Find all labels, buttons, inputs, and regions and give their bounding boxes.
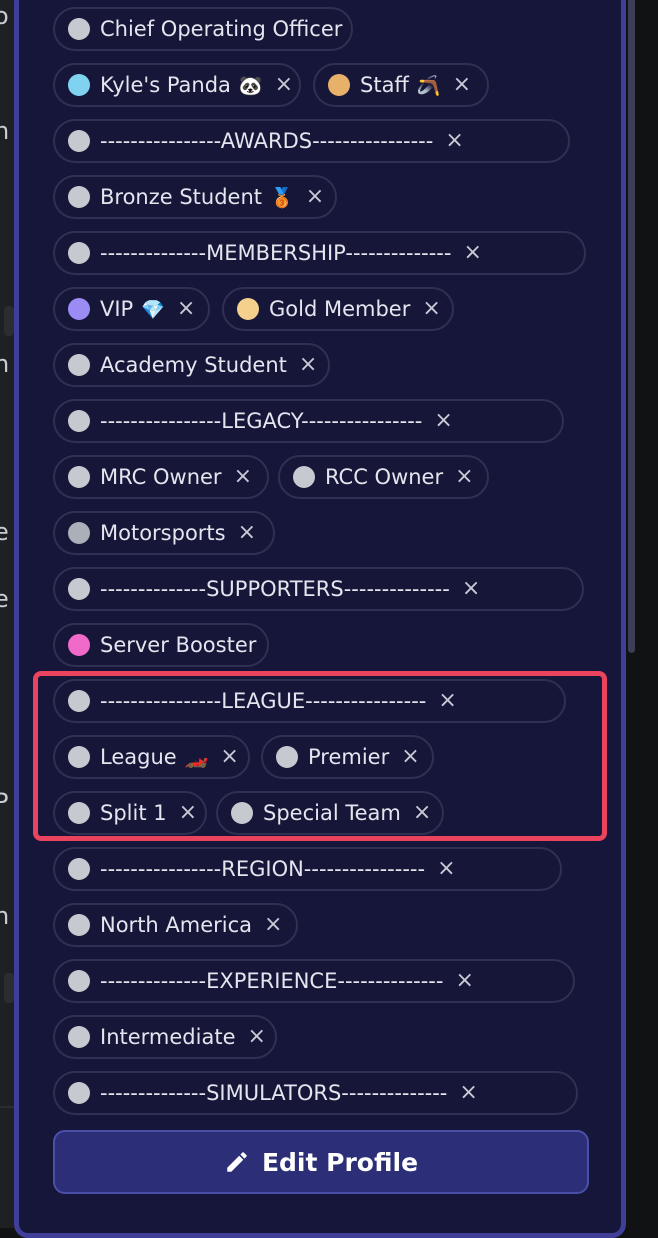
role-pill[interactable]: Bronze Student 🥉 ×	[53, 175, 337, 219]
remove-role-icon[interactable]: ×	[445, 130, 463, 152]
role-label: Kyle's Panda	[100, 73, 231, 97]
role-pill[interactable]: Motorsports ×	[53, 511, 275, 555]
league-roles-highlight	[33, 671, 607, 841]
remove-role-icon[interactable]: ×	[422, 298, 440, 320]
remove-role-icon[interactable]: ×	[238, 522, 256, 544]
role-color-dot	[68, 18, 90, 40]
role-color-dot	[68, 522, 90, 544]
role-color-dot	[68, 298, 90, 320]
role-label: --------------SIMULATORS--------------	[100, 1081, 448, 1105]
role-pill[interactable]: Intermediate ×	[53, 1015, 277, 1059]
role-label: --------------SUPPORTERS--------------	[100, 577, 450, 601]
role-label: Bronze Student	[100, 185, 263, 209]
pencil-icon	[227, 1152, 247, 1172]
remove-role-icon[interactable]: ×	[234, 466, 252, 488]
role-label: Motorsports	[100, 521, 226, 545]
remove-role-icon[interactable]: ×	[453, 74, 471, 96]
role-pill[interactable]: --------------EXPERIENCE-------------- ×	[53, 959, 575, 1003]
role-pill[interactable]: --------------MEMBERSHIP-------------- ×	[53, 231, 586, 275]
role-emoji-icon: 💎	[141, 298, 165, 321]
role-color-dot	[68, 578, 90, 600]
role-label: Staff	[360, 73, 409, 97]
remove-role-icon[interactable]: ×	[455, 466, 473, 488]
role-color-dot	[68, 1082, 90, 1104]
role-pill[interactable]: Academy Student ×	[53, 343, 330, 387]
remove-role-icon[interactable]: ×	[459, 1082, 477, 1104]
role-label: North America	[100, 913, 253, 937]
role-label: ----------------LEGACY----------------	[100, 409, 423, 433]
role-pill[interactable]: ----------------AWARDS---------------- ×	[53, 119, 570, 163]
role-color-dot	[68, 858, 90, 880]
role-color-dot	[68, 466, 90, 488]
role-pill[interactable]: Server Booster	[53, 623, 269, 667]
remove-role-icon[interactable]: ×	[455, 970, 473, 992]
role-color-dot	[293, 466, 315, 488]
background-channel-strip: o n n e e P h	[0, 0, 14, 1228]
edit-profile-label: Edit Profile	[261, 1147, 419, 1177]
role-color-dot	[237, 298, 259, 320]
remove-role-icon[interactable]: ×	[299, 354, 317, 376]
role-color-dot	[68, 130, 90, 152]
role-label: Academy Student	[100, 353, 287, 377]
role-color-dot	[328, 74, 350, 96]
role-pill[interactable]: --------------SUPPORTERS-------------- ×	[53, 567, 584, 611]
role-pill[interactable]: MRC Owner ×	[53, 455, 269, 499]
remove-role-icon[interactable]: ×	[463, 242, 481, 264]
role-pill[interactable]: Gold Member ×	[222, 287, 454, 331]
role-color-dot	[68, 1026, 90, 1048]
role-label: ----------------REGION----------------	[100, 857, 426, 881]
role-emoji-icon: 🥉	[270, 186, 294, 209]
remove-role-icon[interactable]: ×	[306, 186, 324, 208]
edit-profile-button[interactable]: Edit Profile	[53, 1130, 589, 1194]
remove-role-icon[interactable]: ×	[264, 914, 282, 936]
role-emoji-icon: 🪃	[416, 74, 441, 97]
role-pill[interactable]: Kyle's Panda 🐼 ×	[53, 63, 301, 107]
role-color-dot	[68, 242, 90, 264]
role-label: MRC Owner	[100, 465, 222, 489]
role-label: ----------------AWARDS----------------	[100, 129, 434, 153]
remove-role-icon[interactable]: ×	[177, 298, 195, 320]
role-pill[interactable]: ----------------REGION---------------- ×	[53, 847, 562, 891]
role-pill[interactable]: ----------------LEGACY---------------- ×	[53, 399, 564, 443]
role-label: --------------MEMBERSHIP--------------	[100, 241, 452, 265]
remove-role-icon[interactable]: ×	[462, 578, 480, 600]
divider	[0, 1106, 14, 1108]
role-label: RCC Owner	[325, 465, 444, 489]
remove-role-icon[interactable]: ×	[434, 410, 452, 432]
role-pill[interactable]: --------------SIMULATORS-------------- ×	[53, 1071, 578, 1115]
remove-role-icon[interactable]: ×	[275, 74, 293, 96]
scrollbar-thumb[interactable]	[628, 0, 635, 653]
role-color-dot	[68, 410, 90, 432]
role-pill[interactable]: Staff 🪃 ×	[313, 63, 489, 107]
role-label: Gold Member	[269, 297, 411, 321]
role-color-dot	[68, 74, 90, 96]
remove-role-icon[interactable]: ×	[437, 858, 455, 880]
role-label: Server Booster	[100, 633, 257, 657]
role-label: VIP	[100, 297, 134, 321]
role-label: --------------EXPERIENCE--------------	[100, 969, 444, 993]
role-label: Chief Operating Officer	[100, 17, 343, 41]
role-color-dot	[68, 914, 90, 936]
role-label: Intermediate	[100, 1025, 236, 1049]
role-pill[interactable]: RCC Owner ×	[278, 455, 489, 499]
role-pill[interactable]: VIP 💎 ×	[53, 287, 210, 331]
role-color-dot	[68, 186, 90, 208]
role-pill[interactable]: Chief Operating Officer	[53, 7, 353, 51]
role-color-dot	[68, 970, 90, 992]
role-color-dot	[68, 634, 90, 656]
remove-role-icon[interactable]: ×	[248, 1026, 266, 1048]
role-emoji-icon: 🐼	[238, 74, 263, 97]
role-pill[interactable]: North America ×	[53, 903, 298, 947]
role-color-dot	[68, 354, 90, 376]
